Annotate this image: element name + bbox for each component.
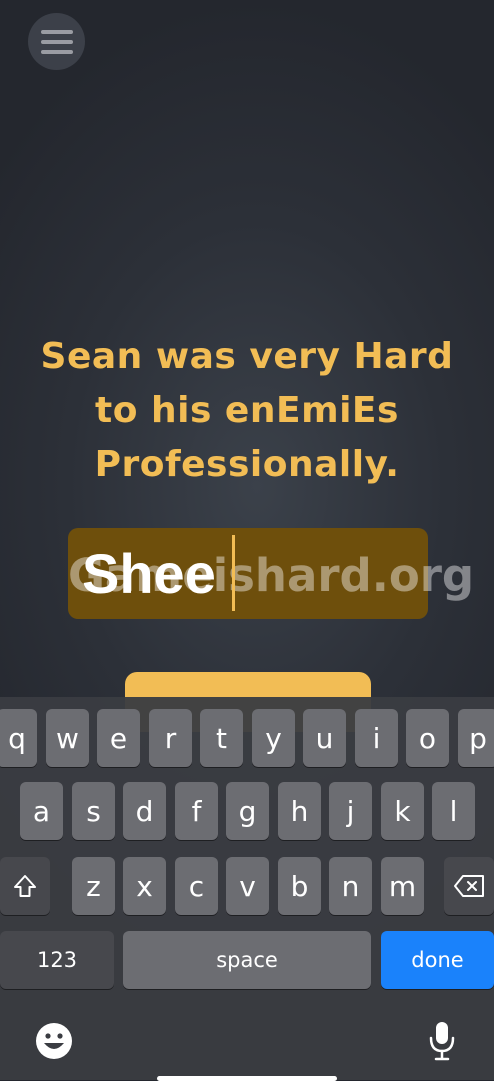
key-s[interactable]: s bbox=[72, 782, 115, 840]
key-o[interactable]: o bbox=[406, 709, 449, 767]
key-u[interactable]: u bbox=[303, 709, 346, 767]
question-prompt: Sean was very Hard to his enEmiEs Profes… bbox=[0, 330, 494, 492]
key-l[interactable]: l bbox=[432, 782, 475, 840]
microphone-icon bbox=[429, 1022, 455, 1061]
key-w[interactable]: w bbox=[46, 709, 89, 767]
shift-key[interactable] bbox=[0, 857, 50, 915]
done-key[interactable]: done bbox=[381, 931, 494, 989]
key-j[interactable]: j bbox=[329, 782, 372, 840]
key-f[interactable]: f bbox=[175, 782, 218, 840]
backspace-key[interactable] bbox=[444, 857, 494, 915]
key-x[interactable]: x bbox=[123, 857, 166, 915]
hamburger-icon bbox=[40, 29, 73, 54]
prompt-line: Professionally. bbox=[94, 444, 400, 485]
key-h[interactable]: h bbox=[278, 782, 321, 840]
key-p[interactable]: p bbox=[458, 709, 494, 767]
text-caret bbox=[232, 535, 235, 611]
key-r[interactable]: r bbox=[149, 709, 192, 767]
numbers-key[interactable]: 123 bbox=[0, 931, 114, 989]
key-e[interactable]: e bbox=[97, 709, 140, 767]
home-indicator bbox=[157, 1076, 337, 1081]
menu-button[interactable] bbox=[28, 13, 85, 70]
prompt-line: to his enEmiEs bbox=[95, 390, 399, 431]
key-y[interactable]: y bbox=[252, 709, 295, 767]
key-b[interactable]: b bbox=[278, 857, 321, 915]
microphone-button[interactable] bbox=[420, 1019, 464, 1063]
key-d[interactable]: d bbox=[123, 782, 166, 840]
answer-input[interactable]: Shee bbox=[68, 528, 428, 619]
key-c[interactable]: c bbox=[175, 857, 218, 915]
key-q[interactable]: q bbox=[0, 709, 37, 767]
key-t[interactable]: t bbox=[200, 709, 243, 767]
key-g[interactable]: g bbox=[226, 782, 269, 840]
key-n[interactable]: n bbox=[329, 857, 372, 915]
shift-icon bbox=[14, 875, 36, 897]
key-i[interactable]: i bbox=[355, 709, 398, 767]
answer-text: Shee bbox=[82, 542, 216, 605]
emoji-button[interactable] bbox=[32, 1019, 76, 1063]
emoji-icon bbox=[36, 1023, 72, 1059]
key-z[interactable]: z bbox=[72, 857, 115, 915]
key-m[interactable]: m bbox=[381, 857, 424, 915]
prompt-line: Sean was very Hard bbox=[40, 336, 454, 377]
space-key[interactable]: space bbox=[123, 931, 371, 989]
key-k[interactable]: k bbox=[381, 782, 424, 840]
backspace-icon bbox=[454, 875, 484, 897]
key-a[interactable]: a bbox=[20, 782, 63, 840]
key-v[interactable]: v bbox=[226, 857, 269, 915]
on-screen-keyboard: q w e r t y u i o p a s d f g h j k l z … bbox=[0, 697, 494, 1080]
